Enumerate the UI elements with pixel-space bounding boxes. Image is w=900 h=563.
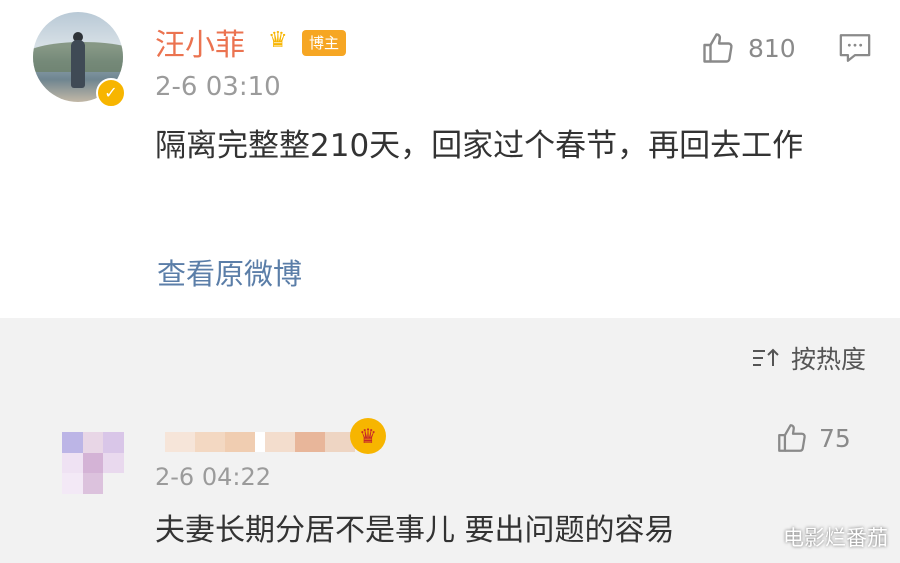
- sort-toggle[interactable]: 按热度: [751, 340, 866, 376]
- post-timestamp: 2-6 03:10: [155, 72, 281, 102]
- reply-avatar[interactable]: [62, 432, 124, 494]
- username[interactable]: 汪小菲: [155, 20, 245, 64]
- view-original-link[interactable]: 查看原微博: [157, 251, 302, 293]
- like-count: 810: [748, 33, 796, 63]
- like-button[interactable]: 810: [700, 30, 796, 66]
- reply-like-button[interactable]: 75: [775, 420, 851, 456]
- verified-badge-icon: ✓: [96, 78, 126, 108]
- reply-content: 夫妻长期分居不是事儿 要出问题的容易: [155, 513, 675, 548]
- watermark: 电影烂番茄: [783, 526, 888, 550]
- comment-icon[interactable]: [838, 32, 872, 64]
- sort-icon: [752, 348, 779, 366]
- sort-label: 按热度: [790, 345, 866, 374]
- reply-like-count: 75: [819, 423, 851, 453]
- thumbs-up-icon: [778, 424, 806, 452]
- thumbs-up-icon: [703, 33, 733, 63]
- crown-icon: ♛: [350, 418, 386, 454]
- reply-timestamp: 2-6 04:22: [155, 463, 271, 491]
- reply-username-blurred[interactable]: [165, 432, 355, 452]
- post-content: 隔离完整整210天，回家过个春节，再回去工作: [155, 128, 804, 164]
- blogger-tag: 博主: [302, 30, 347, 56]
- crown-icon: ♛: [268, 28, 288, 53]
